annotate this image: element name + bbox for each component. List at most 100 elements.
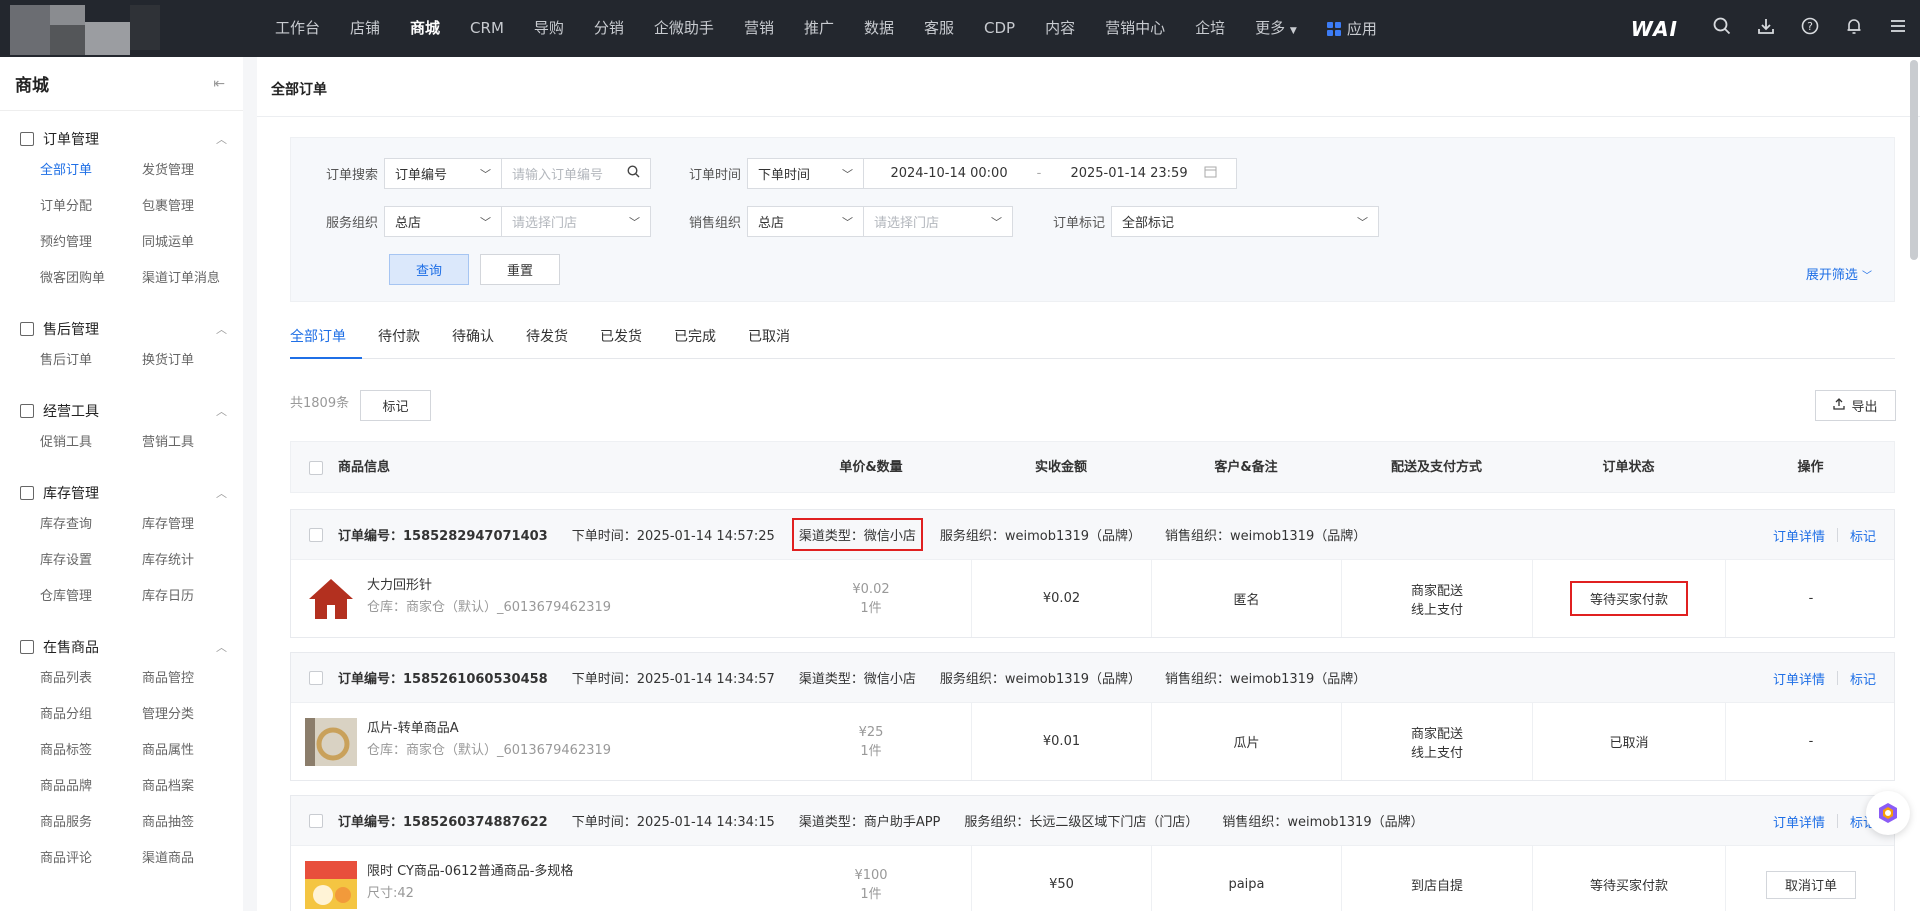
sidebar-item-exchange-orders[interactable]: 换货订单 [142, 343, 243, 379]
nav-item-wecom-assistant[interactable]: 企微助手 [639, 0, 729, 57]
collapse-sidebar-icon[interactable]: ⇤ [213, 76, 225, 92]
search-type-select[interactable]: 订单编号 ﹀ [384, 158, 503, 189]
tab-pending-payment[interactable]: 待付款 [378, 322, 436, 359]
sidebar-item-reservation[interactable]: 预约管理 [40, 225, 142, 261]
sidebar-item-warehouse[interactable]: 仓库管理 [40, 579, 142, 615]
tab-completed[interactable]: 已完成 [674, 322, 732, 359]
sidebar-group-header[interactable]: 在售商品 ︿ [0, 633, 243, 661]
order-checkbox[interactable] [309, 814, 323, 828]
order-detail-link[interactable]: 订单详情 [1773, 812, 1825, 831]
sidebar-item-product-group[interactable]: 商品分组 [40, 697, 142, 733]
tab-cancelled[interactable]: 已取消 [748, 322, 806, 359]
sales-org-select[interactable]: 总店 ﹀ [747, 206, 865, 237]
nav-item-distribution[interactable]: 分销 [579, 0, 639, 57]
product-name[interactable]: 限时 CY商品-0612普通商品-多规格 [367, 860, 573, 879]
order-number-input[interactable]: 请输入订单编号 [502, 158, 652, 189]
sidebar-item-product-service[interactable]: 商品服务 [40, 805, 142, 841]
sidebar-item-stock-calendar[interactable]: 库存日历 [142, 579, 243, 615]
product-thumbnail[interactable] [305, 718, 357, 766]
nav-item-marketing-center[interactable]: 营销中心 [1090, 0, 1180, 57]
date-range-picker[interactable]: 2024-10-14 00:00 - 2025-01-14 23:59 [864, 158, 1238, 189]
sidebar-item-category[interactable]: 管理分类 [142, 697, 243, 733]
sidebar-item-all-orders[interactable]: 全部订单 [40, 153, 142, 189]
service-org-select[interactable]: 总店 ﹀ [384, 206, 503, 237]
sidebar-item-product-lottery[interactable]: 商品抽签 [142, 805, 243, 841]
nav-item-workbench[interactable]: 工作台 [260, 0, 335, 57]
search-icon[interactable] [1700, 17, 1744, 40]
sales-store-select[interactable]: 请选择门店 ﹀ [864, 206, 1014, 237]
service-store-select[interactable]: 请选择门店 ﹀ [502, 206, 652, 237]
reset-button[interactable]: 重置 [480, 254, 560, 285]
sidebar-item-channel-product[interactable]: 渠道商品 [142, 841, 243, 877]
order-detail-link[interactable]: 订单详情 [1773, 526, 1825, 545]
search-icon[interactable] [627, 165, 640, 182]
product-thumbnail[interactable] [305, 861, 357, 909]
sidebar-item-product-brand[interactable]: 商品品牌 [40, 769, 142, 805]
sidebar-item-group-buy[interactable]: 微客团购单 [40, 261, 142, 297]
export-button[interactable]: 导出 [1815, 390, 1896, 421]
nav-item-more[interactable]: 更多 ▼ [1240, 0, 1312, 57]
order-mark-link[interactable]: 标记 [1850, 526, 1876, 545]
help-icon[interactable]: ? [1788, 17, 1832, 40]
brand-wai-logo[interactable]: WAI [1631, 17, 1678, 41]
nav-apps[interactable]: 应用 [1312, 18, 1392, 39]
expand-filter-link[interactable]: 展开筛选 ﹀ [1806, 264, 1872, 283]
assistant-float-icon[interactable] [1866, 791, 1910, 835]
order-checkbox[interactable] [309, 528, 323, 542]
sidebar-item-order-assign[interactable]: 订单分配 [40, 189, 142, 225]
sidebar-item-product-archive[interactable]: 商品档案 [142, 769, 243, 805]
sidebar-item-aftersale-orders[interactable]: 售后订单 [40, 343, 142, 379]
sidebar-item-promo-tools[interactable]: 促销工具 [40, 425, 142, 461]
select-all-checkbox[interactable] [309, 461, 323, 475]
sidebar-item-shipping[interactable]: 发货管理 [142, 153, 243, 189]
nav-item-data[interactable]: 数据 [849, 0, 909, 57]
nav-item-store[interactable]: 店铺 [335, 0, 395, 57]
sidebar-item-marketing-tools[interactable]: 营销工具 [142, 425, 243, 461]
menu-icon[interactable] [1876, 17, 1920, 40]
order-mark-link[interactable]: 标记 [1850, 669, 1876, 688]
time-type-select[interactable]: 下单时间 ﹀ [747, 158, 865, 189]
page-scrollbar[interactable] [1910, 60, 1918, 260]
cancel-order-button[interactable]: 取消订单 [1766, 870, 1856, 899]
batch-mark-button[interactable]: 标记 [360, 390, 431, 421]
order-mark-select[interactable]: 全部标记 ﹀ [1111, 206, 1380, 237]
tab-shipped[interactable]: 已发货 [600, 322, 658, 359]
nav-item-cdp[interactable]: CDP [969, 0, 1030, 57]
product-name[interactable]: 瓜片-转单商品A [367, 717, 459, 736]
sidebar-item-product-tag[interactable]: 商品标签 [40, 733, 142, 769]
nav-item-marketing[interactable]: 营销 [729, 0, 789, 57]
nav-item-promotion[interactable]: 推广 [789, 0, 849, 57]
nav-item-mall[interactable]: 商城 [395, 0, 455, 57]
sidebar-item-local-delivery[interactable]: 同城运单 [142, 225, 243, 261]
tab-all-orders[interactable]: 全部订单 [290, 322, 362, 359]
sidebar-group-header[interactable]: 售后管理 ︿ [0, 315, 243, 343]
sidebar-item-product-review[interactable]: 商品评论 [40, 841, 142, 877]
sidebar-group-header[interactable]: 订单管理 ︿ [0, 125, 243, 153]
sidebar-item-stock-stats[interactable]: 库存统计 [142, 543, 243, 579]
nav-item-service[interactable]: 客服 [909, 0, 969, 57]
tab-pending-ship[interactable]: 待发货 [526, 322, 584, 359]
product-thumbnail[interactable] [305, 575, 357, 623]
sidebar-item-product-attr[interactable]: 商品属性 [142, 733, 243, 769]
order-checkbox[interactable] [309, 671, 323, 685]
nav-item-content[interactable]: 内容 [1030, 0, 1090, 57]
company-logo[interactable] [10, 0, 160, 57]
tab-pending-confirm[interactable]: 待确认 [452, 322, 510, 359]
sidebar-item-product-control[interactable]: 商品管控 [142, 661, 243, 697]
nav-item-guide[interactable]: 导购 [519, 0, 579, 57]
order-detail-link[interactable]: 订单详情 [1773, 669, 1825, 688]
sidebar-item-stock-settings[interactable]: 库存设置 [40, 543, 142, 579]
sidebar-item-product-list[interactable]: 商品列表 [40, 661, 142, 697]
sidebar-group-header[interactable]: 库存管理 ︿ [0, 479, 243, 507]
sidebar-item-stock-query[interactable]: 库存查询 [40, 507, 142, 543]
sidebar-item-package[interactable]: 包裹管理 [142, 189, 243, 225]
product-name[interactable]: 大力回形针 [367, 574, 432, 593]
nav-item-training[interactable]: 企培 [1180, 0, 1240, 57]
bell-icon[interactable] [1832, 17, 1876, 40]
query-button[interactable]: 查询 [389, 254, 469, 285]
sidebar-item-channel-msg[interactable]: 渠道订单消息 [142, 261, 243, 297]
sidebar-item-stock-manage[interactable]: 库存管理 [142, 507, 243, 543]
sidebar-group-header[interactable]: 经营工具 ︿ [0, 397, 243, 425]
nav-item-crm[interactable]: CRM [455, 0, 519, 57]
download-icon[interactable] [1744, 17, 1788, 40]
